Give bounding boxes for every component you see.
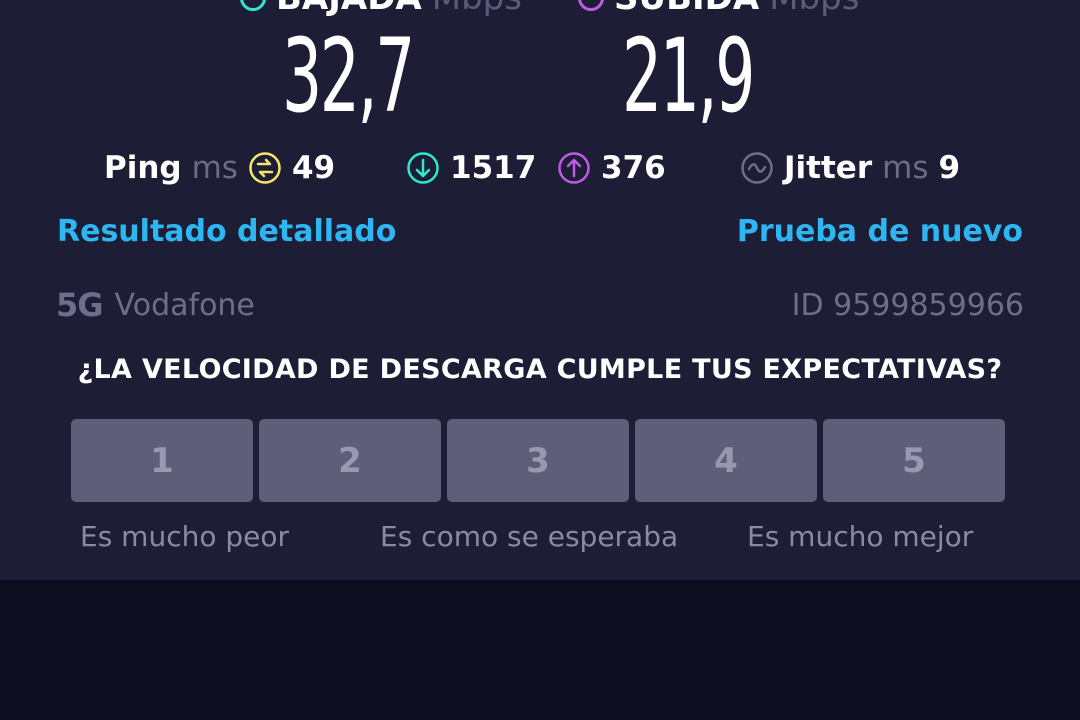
download-latency-stat: 1517: [406, 146, 536, 190]
rating-button-1[interactable]: 1: [71, 419, 253, 502]
ping-unit: ms: [191, 150, 238, 186]
jitter-unit: ms: [882, 150, 929, 186]
download-header-unit: Mbps: [432, 0, 522, 18]
jitter-stat: Jitter ms 9: [740, 146, 960, 190]
upload-header-label: SUBIDA: [614, 0, 759, 18]
upload-speed-value: 21,9: [622, 17, 755, 136]
download-header: BAJADA Mbps: [240, 0, 522, 18]
download-header-label: BAJADA: [276, 0, 422, 18]
rating-label-high: Es mucho mejor: [747, 520, 974, 553]
upload-header: SUBIDA Mbps: [578, 0, 859, 18]
ping-icon: [248, 151, 282, 185]
rating-button-4[interactable]: 4: [635, 419, 817, 502]
rating-button-2[interactable]: 2: [259, 419, 441, 502]
ping-stat: Ping ms 49: [104, 146, 335, 190]
jitter-label: Jitter: [784, 150, 873, 186]
result-id: ID 9599859966: [791, 288, 1024, 323]
carrier-name: Vodafone: [114, 287, 255, 323]
upload-latency-value: 376: [601, 150, 666, 186]
upload-header-unit: Mbps: [769, 0, 859, 18]
rating-label-low: Es mucho peor: [80, 520, 290, 553]
network-info: 5G Vodafone: [56, 286, 255, 324]
upload-icon: [557, 151, 591, 185]
download-speed-value: 32,7: [282, 17, 415, 136]
detailed-result-link[interactable]: Resultado detallado: [57, 214, 396, 249]
jitter-value: 9: [938, 150, 961, 186]
download-header-icon: [240, 0, 266, 11]
ping-value: 49: [291, 150, 336, 186]
result-panel: BAJADA Mbps SUBIDA Mbps 32,7 21,9 Ping m…: [0, 0, 1080, 580]
network-generation: 5G: [56, 286, 104, 324]
jitter-icon: [740, 151, 774, 185]
download-icon: [406, 151, 440, 185]
download-latency-value: 1517: [450, 150, 537, 186]
upload-header-icon: [578, 0, 604, 11]
rating-label-mid: Es como se esperaba: [380, 520, 679, 553]
upload-latency-stat: 376: [557, 146, 666, 190]
rating-scale: 1 2 3 4 5: [71, 419, 1005, 502]
retry-test-link[interactable]: Prueba de nuevo: [737, 214, 1023, 249]
ping-label: Ping: [104, 150, 182, 186]
rating-button-3[interactable]: 3: [447, 419, 629, 502]
survey-question: ¿LA VELOCIDAD DE DESCARGA CUMPLE TUS EXP…: [77, 354, 1003, 385]
rating-button-5[interactable]: 5: [823, 419, 1005, 502]
